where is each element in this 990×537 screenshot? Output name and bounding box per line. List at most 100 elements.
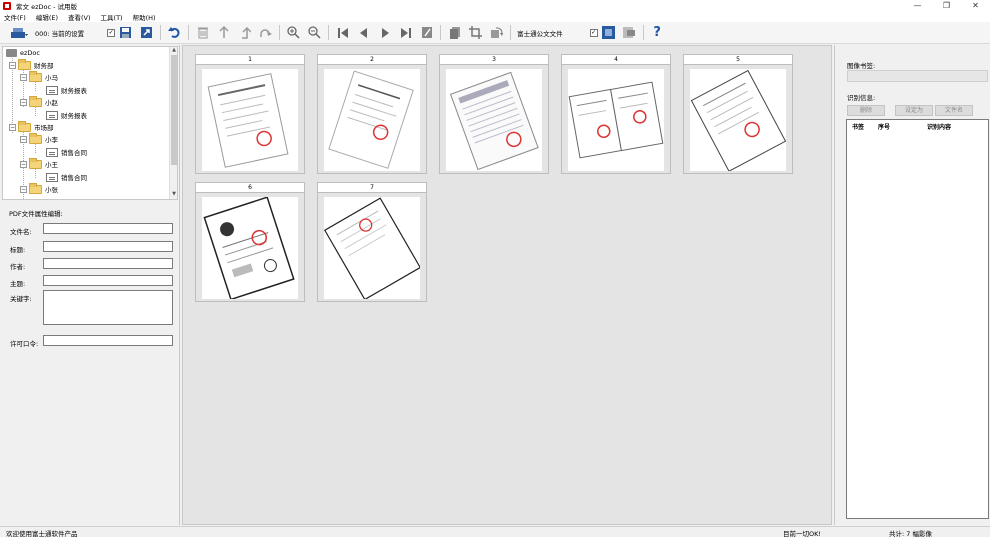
page-thumbnail[interactable]: 4 xyxy=(561,54,671,174)
page-thumbnail[interactable]: 6 xyxy=(195,182,305,302)
tree-item-label: 财务报表 xyxy=(61,87,87,95)
app-icon xyxy=(3,1,11,10)
zoom-out-icon[interactable] xyxy=(306,24,323,41)
collapse-toggle[interactable]: − xyxy=(20,160,27,168)
set-as-button[interactable]: 设定为 xyxy=(895,105,933,116)
tree-item-label: 小王 xyxy=(45,161,58,169)
tree-item-xiaoli[interactable]: − 小李 xyxy=(20,132,58,145)
close-button[interactable]: ✕ xyxy=(961,0,990,11)
tree-item-report-1[interactable]: 财务报表 xyxy=(46,84,87,96)
rotate-icon[interactable] xyxy=(488,24,505,41)
undo-icon[interactable] xyxy=(166,24,183,41)
copy-page-icon[interactable] xyxy=(446,24,463,41)
collapse-toggle[interactable]: − xyxy=(20,98,27,106)
menu-edit[interactable]: 编辑(E) xyxy=(36,12,58,22)
column-header-bookmark: 书签 xyxy=(852,124,865,131)
page-image xyxy=(446,69,542,171)
doc-type-select[interactable]: 富士通公文文件 xyxy=(517,28,563,38)
keywords-field[interactable] xyxy=(43,290,173,325)
title-field[interactable] xyxy=(43,241,173,252)
filename-field[interactable] xyxy=(43,223,173,234)
minimize-button[interactable]: — xyxy=(903,0,932,11)
menu-tools[interactable]: 工具(T) xyxy=(101,12,123,22)
tree-item-root[interactable]: ezDoc xyxy=(6,47,40,59)
collapse-toggle[interactable]: − xyxy=(20,185,27,193)
tree-item-label: 小张 xyxy=(45,186,58,194)
page-thumbnail[interactable]: 3 xyxy=(439,54,549,174)
scroll-thumb[interactable] xyxy=(171,55,177,165)
author-field[interactable] xyxy=(43,258,173,269)
password-field[interactable] xyxy=(43,335,173,346)
tree-item-finance[interactable]: − 财务部 xyxy=(9,58,54,71)
collapse-toggle[interactable]: − xyxy=(9,123,16,131)
tree-item-xiaozhao[interactable]: − 小赵 xyxy=(20,95,58,108)
collapse-toggle[interactable]: − xyxy=(9,61,16,69)
computer-icon xyxy=(6,49,17,57)
delete-button[interactable]: 删除 xyxy=(847,105,885,116)
scan-profile-label[interactable]: 000: 当前的设置 xyxy=(35,28,84,38)
menu-help[interactable]: 帮助(H) xyxy=(133,12,156,22)
edit-page-icon[interactable] xyxy=(418,24,435,41)
last-page-icon[interactable] xyxy=(397,24,414,41)
tree-item-marketing[interactable]: − 市场部 xyxy=(9,120,54,133)
tree-item-label: 财务报表 xyxy=(61,112,87,120)
collapse-toggle[interactable]: − xyxy=(20,135,27,143)
export-icon[interactable] xyxy=(138,24,155,41)
menu-file[interactable]: 文件(F) xyxy=(4,12,26,22)
page-number: 3 xyxy=(440,55,548,65)
move-top-icon[interactable] xyxy=(236,24,253,41)
toolbar-divider xyxy=(328,25,330,40)
tree-item-label: 小赵 xyxy=(45,99,58,107)
toolbar-divider xyxy=(510,25,512,40)
document-icon xyxy=(46,172,58,182)
status-welcome: 欢迎使用富士通软件产品 xyxy=(6,530,78,537)
save-icon[interactable] xyxy=(117,24,134,41)
scroll-up-icon[interactable]: ▲ xyxy=(170,47,177,55)
redo-icon[interactable] xyxy=(257,24,274,41)
page-thumbnail[interactable]: 1 xyxy=(195,54,305,174)
recognition-table[interactable]: 书签 序号 识别内容 xyxy=(846,119,989,519)
tree-item-xiaowang[interactable]: − 小王 xyxy=(20,157,58,170)
tree-item-label: 财务部 xyxy=(34,62,54,70)
tree-scrollbar[interactable]: ▲ ▼ xyxy=(169,47,177,199)
page-thumbnail[interactable]: 7 xyxy=(317,182,427,302)
zoom-in-icon[interactable] xyxy=(285,24,302,41)
next-page-icon[interactable] xyxy=(376,24,393,41)
tree-item-xiaozhang[interactable]: − 小张 xyxy=(20,182,58,195)
ocr-run-icon[interactable] xyxy=(621,24,638,41)
doc-type-checkbox[interactable]: ✓ xyxy=(589,28,598,37)
delete-icon[interactable] xyxy=(194,24,211,41)
page-number: 2 xyxy=(318,55,426,65)
image-bookmark-field[interactable] xyxy=(847,70,988,82)
menu-view[interactable]: 查看(V) xyxy=(68,12,91,22)
filename-dropdown[interactable]: 文件名 xyxy=(935,105,973,116)
document-icon xyxy=(46,147,58,157)
help-icon[interactable]: ? xyxy=(649,24,666,41)
page-number: 5 xyxy=(684,55,792,65)
tree-item-contract-2[interactable]: 销售合同 xyxy=(46,171,87,183)
tree-item-label: ezDoc xyxy=(20,49,40,57)
scroll-down-icon[interactable]: ▼ xyxy=(170,191,177,199)
crop-icon[interactable] xyxy=(467,24,484,41)
tree-item-contract-1[interactable]: 销售合同 xyxy=(46,146,87,158)
move-up-icon[interactable] xyxy=(215,24,232,41)
first-page-icon[interactable] xyxy=(334,24,351,41)
prev-page-icon[interactable] xyxy=(355,24,372,41)
maximize-button[interactable]: ❐ xyxy=(932,0,961,11)
ocr-settings-icon[interactable] xyxy=(600,24,617,41)
tree-item-report-2[interactable]: 财务报表 xyxy=(46,109,87,121)
thumbnail-area[interactable]: 1 2 3 4 5 6 7 xyxy=(182,45,832,525)
document-icon xyxy=(46,85,58,95)
page-thumbnail[interactable]: 5 xyxy=(683,54,793,174)
folder-tree[interactable]: ezDoc − 财务部 − 小马 财务报表 − 小赵 财务报表 − 市场部 − … xyxy=(2,46,178,200)
page-thumbnail[interactable]: 2 xyxy=(317,54,427,174)
tree-item-label: 销售合同 xyxy=(61,149,87,157)
menu-bar: 文件(F) 编辑(E) 查看(V) 工具(T) 帮助(H) xyxy=(0,11,990,22)
tree-item-xiaoma[interactable]: − 小马 xyxy=(20,70,58,83)
profile-checkbox[interactable]: ✓ xyxy=(107,28,116,37)
collapse-toggle[interactable]: − xyxy=(20,73,27,81)
subject-field[interactable] xyxy=(43,275,173,286)
folder-icon xyxy=(29,132,42,144)
page-image xyxy=(690,69,787,172)
scanner-icon[interactable] xyxy=(8,24,30,41)
